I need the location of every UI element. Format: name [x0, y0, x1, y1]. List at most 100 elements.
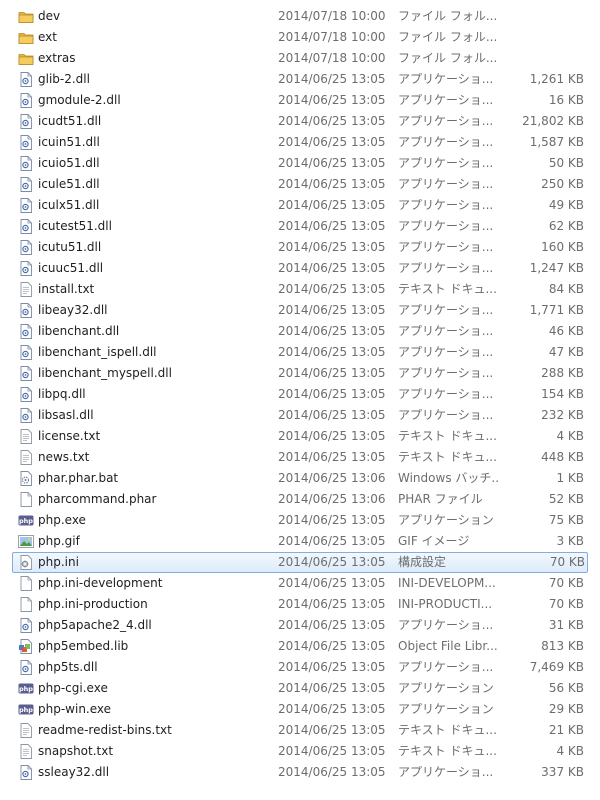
file-date: 2014/06/25 13:05	[278, 513, 386, 527]
file-type: テキスト ドキュ...	[398, 723, 497, 737]
settings-file-icon	[18, 555, 34, 570]
dll-file-icon	[18, 156, 34, 171]
file-size: 75 KB	[548, 513, 584, 527]
file-row[interactable]: php5embed.lib 2014/06/25 13:05 Object File…	[0, 636, 600, 657]
file-size: 1 KB	[556, 471, 584, 485]
file-row[interactable]: gmodule-2.dll 2014/06/25 13:05 アプリケーショ... 1…	[0, 90, 600, 111]
file-row[interactable]: extras 2014/07/18 10:00 ファイル フォル...	[0, 48, 600, 69]
file-name: icudt51.dll	[38, 114, 102, 128]
file-type: INI-DEVELOPM...	[398, 576, 496, 590]
file-size: 3 KB	[556, 534, 584, 548]
dll-file-icon	[18, 660, 34, 675]
file-row[interactable]: icutu51.dll 2014/06/25 13:05 アプリケーショ... 160…	[0, 237, 600, 258]
generic-file-icon	[18, 597, 34, 612]
file-type: テキスト ドキュ...	[398, 429, 497, 443]
file-size: 4 KB	[556, 744, 584, 758]
file-name: readme-redist-bins.txt	[38, 723, 172, 737]
file-row[interactable]: pharcommand.phar 2014/06/25 13:06 PHAR ファイ…	[0, 489, 600, 510]
file-size: 52 KB	[548, 492, 584, 506]
file-row[interactable]: php.gif 2014/06/25 13:05 GIF イメージ 3 KB	[0, 531, 600, 552]
file-row[interactable]: readme-redist-bins.txt 2014/06/25 13:05 テキ…	[0, 720, 600, 741]
file-row[interactable]: glib-2.dll 2014/06/25 13:05 アプリケーショ... 1,26…	[0, 69, 600, 90]
dll-file-icon	[18, 240, 34, 255]
file-row[interactable]: libenchant_myspell.dll 2014/06/25 13:05 アプ…	[0, 363, 600, 384]
file-row[interactable]: icutest51.dll 2014/06/25 13:05 アプリケーショ... 6…	[0, 216, 600, 237]
file-name: php-cgi.exe	[38, 681, 108, 695]
file-row[interactable]: php.ini-production 2014/06/25 13:05 INI-PR…	[0, 594, 600, 615]
file-row[interactable]: libenchant_ispell.dll 2014/06/25 13:05 アプリ…	[0, 342, 600, 363]
file-row[interactable]: libenchant.dll 2014/06/25 13:05 アプリケーショ...…	[0, 321, 600, 342]
file-row[interactable]: phar.phar.bat 2014/06/25 13:06 Windows バッチ…	[0, 468, 600, 489]
file-row[interactable]: icule51.dll 2014/06/25 13:05 アプリケーショ... 250…	[0, 174, 600, 195]
file-date: 2014/06/25 13:05	[278, 387, 386, 401]
file-name: ssleay32.dll	[38, 765, 110, 779]
file-size: 1,261 KB	[529, 72, 584, 86]
file-row[interactable]: php php-cgi.exe 2014/06/25 13:05 アプリケーション 56…	[0, 678, 600, 699]
file-size: 47 KB	[548, 345, 584, 359]
batch-file-icon	[18, 471, 34, 486]
text-file-icon	[18, 429, 34, 444]
file-row[interactable]: ssleay32.dll 2014/06/25 13:05 アプリケーショ... 33…	[0, 762, 600, 783]
dll-file-icon	[18, 219, 34, 234]
file-date: 2014/06/25 13:05	[278, 576, 386, 590]
file-date: 2014/06/25 13:05	[278, 534, 386, 548]
file-row[interactable]: snapshot.txt 2014/06/25 13:05 テキスト ドキュ... 4…	[0, 741, 600, 762]
file-type: アプリケーショ...	[398, 387, 494, 401]
file-row[interactable]: iculx51.dll 2014/06/25 13:05 アプリケーショ... 49 …	[0, 195, 600, 216]
file-row[interactable]: ext 2014/07/18 10:00 ファイル フォル...	[0, 27, 600, 48]
file-date: 2014/07/18 10:00	[278, 51, 386, 65]
file-type: アプリケーショ...	[398, 261, 494, 275]
file-size: 16 KB	[548, 93, 584, 107]
file-row[interactable]: php php-win.exe 2014/06/25 13:05 アプリケーション 29…	[0, 699, 600, 720]
file-size: 62 KB	[548, 219, 584, 233]
file-size: 1,247 KB	[529, 261, 584, 275]
folder-icon	[18, 51, 34, 66]
file-type: アプリケーショ...	[398, 177, 494, 191]
folder-icon	[18, 30, 34, 45]
file-size: 70 KB	[548, 597, 584, 611]
file-row[interactable]: dev 2014/07/18 10:00 ファイル フォル...	[0, 6, 600, 27]
file-name: news.txt	[38, 450, 90, 464]
file-type: テキスト ドキュ...	[398, 744, 497, 758]
text-file-icon	[18, 744, 34, 759]
file-size: 46 KB	[548, 324, 584, 338]
file-row[interactable]: icuio51.dll 2014/06/25 13:05 アプリケーショ... 50 …	[0, 153, 600, 174]
file-type: アプリケーショ...	[398, 240, 494, 254]
file-row[interactable]: php php.exe 2014/06/25 13:05 アプリケーション 75 KB	[0, 510, 600, 531]
file-size: 56 KB	[548, 681, 584, 695]
file-row[interactable]: news.txt 2014/06/25 13:05 テキスト ドキュ... 448 K…	[0, 447, 600, 468]
file-name: icuio51.dll	[38, 156, 100, 170]
file-row[interactable]: php5ts.dll 2014/06/25 13:05 アプリケーショ... 7,46…	[0, 657, 600, 678]
file-date: 2014/07/18 10:00	[278, 30, 386, 44]
file-name: iculx51.dll	[38, 198, 100, 212]
file-row[interactable]: php.ini-development 2014/06/25 13:05 INI-D…	[0, 573, 600, 594]
file-type: アプリケーショ...	[398, 660, 494, 674]
file-row[interactable]: icuin51.dll 2014/06/25 13:05 アプリケーショ... 1,5…	[0, 132, 600, 153]
dll-file-icon	[18, 261, 34, 276]
svg-text:php: php	[19, 517, 33, 525]
file-row[interactable]: php.ini 2014/06/25 13:05 構成設定 70 KB	[12, 552, 588, 573]
file-name: gmodule-2.dll	[38, 93, 121, 107]
generic-file-icon	[18, 492, 34, 507]
file-row[interactable]: install.txt 2014/06/25 13:05 テキスト ドキュ... 84…	[0, 279, 600, 300]
file-size: 1,587 KB	[529, 135, 584, 149]
file-row[interactable]: icuuc51.dll 2014/06/25 13:05 アプリケーショ... 1,2…	[0, 258, 600, 279]
file-date: 2014/06/25 13:05	[278, 198, 386, 212]
dll-file-icon	[18, 366, 34, 381]
file-row[interactable]: icudt51.dll 2014/06/25 13:05 アプリケーショ... 21,…	[0, 111, 600, 132]
folder-icon	[18, 9, 34, 24]
file-date: 2014/06/25 13:05	[278, 156, 386, 170]
file-row[interactable]: libpq.dll 2014/06/25 13:05 アプリケーショ... 154 K…	[0, 384, 600, 405]
file-name: icutest51.dll	[38, 219, 112, 233]
file-type: PHAR ファイル	[398, 492, 483, 506]
file-row[interactable]: php5apache2_4.dll 2014/06/25 13:05 アプリケーショ…	[0, 615, 600, 636]
file-type: Windows バッチ...	[398, 471, 500, 485]
file-size: 160 KB	[541, 240, 584, 254]
file-row[interactable]: libeay32.dll 2014/06/25 13:05 アプリケーショ... 1,…	[0, 300, 600, 321]
file-row[interactable]: license.txt 2014/06/25 13:05 テキスト ドキュ... 4 …	[0, 426, 600, 447]
file-type: アプリケーショ...	[398, 198, 494, 212]
file-name: snapshot.txt	[38, 744, 114, 758]
file-date: 2014/06/25 13:05	[278, 639, 386, 653]
dll-file-icon	[18, 303, 34, 318]
file-row[interactable]: libsasl.dll 2014/06/25 13:05 アプリケーショ... 232…	[0, 405, 600, 426]
